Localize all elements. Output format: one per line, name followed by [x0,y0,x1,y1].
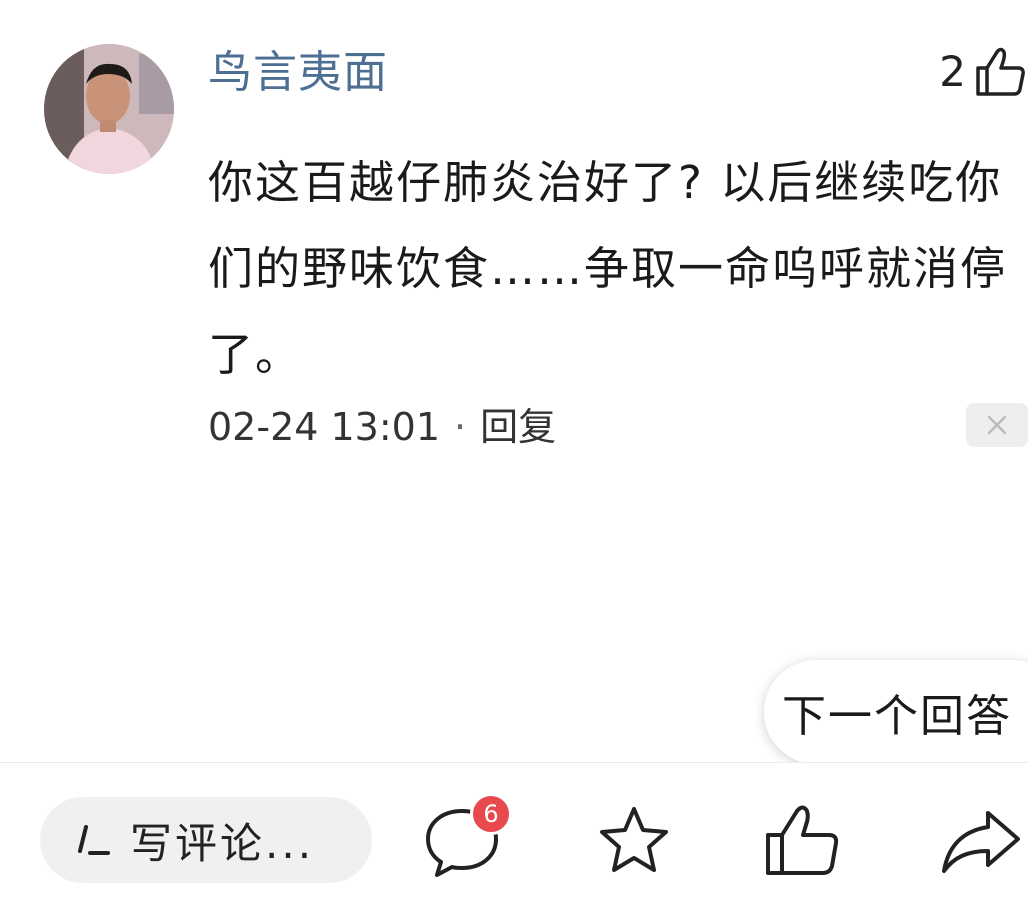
avatar[interactable] [44,44,174,174]
bottom-action-bar: 写评论... 6 [0,762,1028,908]
avatar-image [44,44,174,174]
thumbs-up-icon[interactable] [760,799,844,883]
write-comment-input[interactable]: 写评论... [40,797,372,883]
comment-meta: 02-24 13:01 · 回复 [208,398,556,456]
thumbs-up-icon[interactable] [972,44,1028,100]
dismiss-button[interactable] [966,403,1028,447]
comment-text: 你这百越仔肺炎治好了? 以后继续吃你们的野味饮食……争取一命呜呼就消停了。 [208,156,1008,381]
like-control[interactable]: 2 [939,40,1028,104]
pen-icon [78,825,110,855]
next-answer-label: 下一个回答 [782,691,1012,742]
star-icon[interactable] [592,799,676,883]
reply-button[interactable]: 回复 [480,398,556,456]
meta-separator: · [454,405,467,449]
like-count: 2 [939,47,966,96]
comment-detail-screen: 鸟言夷面 2 你这百越仔肺炎治好了? 以后继续吃你们的野味饮食……争取一命呜呼就… [0,0,1028,908]
username[interactable]: 鸟言夷面 [208,44,388,102]
close-icon [987,415,1007,435]
share-arrow-icon[interactable] [938,799,1022,883]
write-comment-placeholder: 写评论... [130,818,315,868]
comment-timestamp: 02-24 13:01 [208,405,441,449]
comment-count-badge: 6 [470,793,512,835]
next-answer-button[interactable]: 下一个回答 [764,660,1028,764]
